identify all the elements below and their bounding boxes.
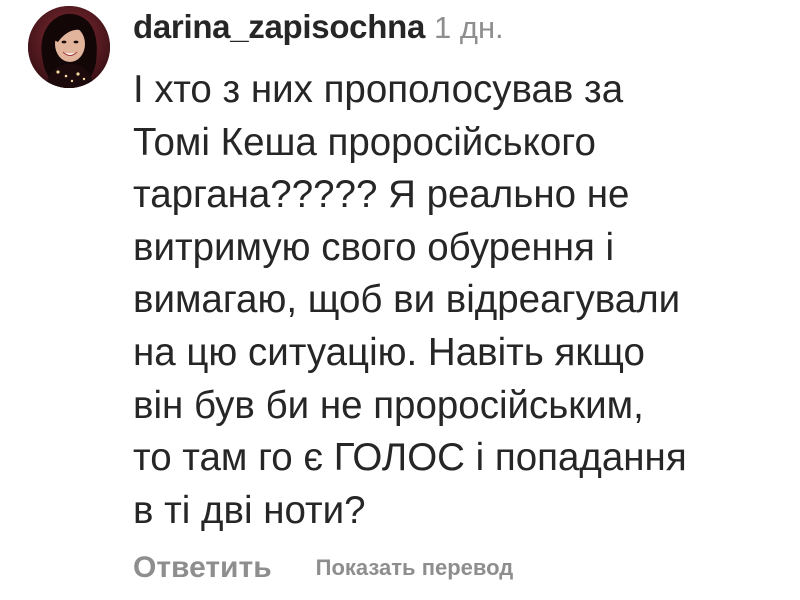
comment-line: він був би не проросійським, <box>133 383 644 427</box>
comment-time: 1 дн. <box>434 10 504 45</box>
comment-line: витримую свого обурення і <box>133 225 615 269</box>
comment-line: вимагаю, щоб ви відреагували <box>133 278 681 322</box>
avatar[interactable] <box>28 6 110 88</box>
comment-actions: Ответить Показать перевод <box>133 546 513 590</box>
reply-button[interactable]: Ответить <box>133 551 272 585</box>
show-translation-button[interactable]: Показать перевод <box>316 555 514 581</box>
comment-line: Томі Кеша проросійського <box>133 120 596 164</box>
comment-line: І хто з них прополосував за <box>133 68 624 111</box>
username[interactable]: darina_zapisochna <box>133 8 425 46</box>
comment-text: І хто з них прополосував за Томі Кеша пр… <box>133 64 783 537</box>
comment: darina_zapisochna 1 дн. І хто з них проп… <box>0 0 800 600</box>
comment-line: то там го є ГОЛОС і попадання <box>133 436 687 480</box>
comment-line: на цю ситуацію. Навіть якщо <box>133 330 645 374</box>
avatar-image <box>28 6 110 88</box>
comment-line: в ті дві ноти? <box>133 488 366 532</box>
comment-header: darina_zapisochna 1 дн. <box>133 8 504 48</box>
comment-line: таргана????? Я реально не <box>133 173 630 217</box>
